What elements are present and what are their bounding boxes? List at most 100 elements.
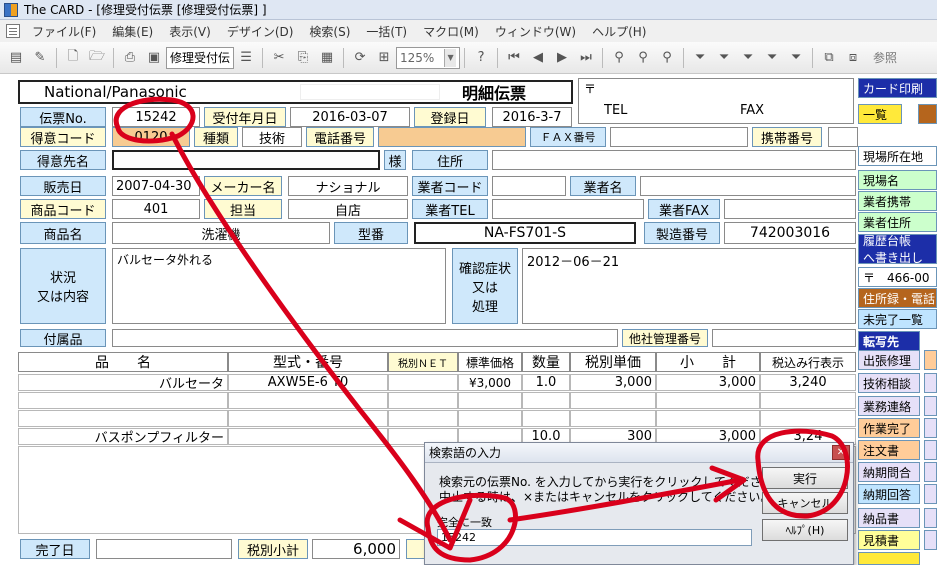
form-select[interactable]: 修理受付伝 [166, 46, 235, 69]
grid-cell[interactable]: 3,000 [570, 374, 656, 391]
postal-code-field[interactable]: 〒 466-00 [858, 267, 937, 287]
address-book-button[interactable]: 住所録・電話 [858, 288, 937, 308]
search-next-icon[interactable]: ⚲ [633, 48, 653, 68]
grid-cell[interactable] [656, 392, 760, 409]
paste-icon[interactable]: ▦ [317, 48, 337, 68]
mobile-field[interactable] [828, 127, 858, 147]
slip-no-field[interactable]: 15242 [112, 107, 200, 127]
grid-cell[interactable] [760, 392, 856, 409]
menu-search[interactable]: 検索(S) [301, 23, 358, 40]
grid-cell[interactable] [388, 410, 458, 427]
customer-name-field[interactable] [112, 150, 380, 170]
grid-cell[interactable] [228, 410, 388, 427]
close-icon[interactable]: ✕ [832, 445, 850, 460]
filter-edit-icon[interactable]: ⏷ [738, 48, 758, 68]
form-view-icon[interactable]: ▤ [6, 48, 26, 68]
vendor-fax-field[interactable] [724, 199, 856, 219]
grid-cell[interactable] [522, 392, 570, 409]
registered-date-field[interactable]: 2016-3-7 [492, 107, 572, 127]
product-code-field[interactable]: 401 [112, 199, 200, 219]
form-list-icon[interactable]: ☰ [236, 48, 256, 68]
serial-field[interactable]: 742003016 [724, 222, 856, 244]
search-replace-icon[interactable]: ⚲ [657, 48, 677, 68]
window-tile-icon[interactable]: ⧉ [819, 48, 839, 68]
other-mgmt-field[interactable] [712, 329, 856, 347]
edge-button[interactable] [924, 508, 937, 528]
grid-cell[interactable] [656, 410, 760, 427]
first-record-icon[interactable]: ⏮ [504, 48, 524, 68]
received-date-field[interactable]: 2016-03-07 [290, 107, 410, 127]
action-button-more[interactable] [858, 552, 920, 565]
refresh-icon[interactable]: ⟳ [350, 48, 370, 68]
grid-cell[interactable]: バスポンプフィルター [18, 428, 228, 445]
grid-cell[interactable] [458, 392, 522, 409]
vendor-tel-field[interactable] [492, 199, 644, 219]
grid-cell[interactable]: AXW5E-6 T0 [228, 374, 388, 391]
grid-cell[interactable] [388, 392, 458, 409]
customer-code-field[interactable]: 0120 [112, 127, 190, 147]
menu-design[interactable]: デザイン(D) [219, 23, 302, 40]
vendor-code-field[interactable] [492, 176, 566, 196]
action-button-tech-consult[interactable]: 技術相談 [858, 373, 920, 393]
prev-record-icon[interactable]: ◀ [528, 48, 548, 68]
card-print-button[interactable]: カード印刷 [858, 78, 937, 98]
model-field[interactable]: NA-FS701-S [414, 222, 636, 244]
action-button-delivery-answer[interactable]: 納期回答 [858, 484, 920, 504]
execute-button[interactable]: 実行 [762, 467, 848, 489]
grid-cell[interactable] [570, 392, 656, 409]
zoom-select[interactable]: 125% ▼ [396, 46, 461, 69]
action-button-work-complete[interactable]: 作業完了 [858, 418, 920, 438]
grid-icon[interactable]: ⊞ [374, 48, 394, 68]
done-date-field[interactable] [96, 539, 232, 559]
action-button-delivery-note[interactable]: 納品書 [858, 508, 920, 528]
product-name-field[interactable]: 洗濯機 [112, 222, 330, 244]
new-file-icon[interactable]: 🗋 [63, 48, 83, 68]
grid-cell[interactable]: ¥3,000 [458, 374, 522, 391]
grid-cell[interactable] [228, 392, 388, 409]
filter-clear-icon[interactable]: ⏷ [786, 48, 806, 68]
edge-button[interactable] [924, 418, 937, 438]
window-cascade-icon[interactable]: ⧈ [843, 48, 863, 68]
action-button-delivery-inquiry[interactable]: 納期問合 [858, 462, 920, 482]
grid-cell[interactable] [760, 410, 856, 427]
menu-file[interactable]: ファイル(F) [24, 23, 104, 40]
grid-cell[interactable] [228, 428, 388, 445]
address-field[interactable] [492, 150, 856, 170]
last-record-icon[interactable]: ⏭ [576, 48, 596, 68]
grid-cell[interactable]: バルセータ [18, 374, 228, 391]
reference-button[interactable]: 参照 [873, 49, 897, 66]
return-button[interactable] [918, 104, 937, 124]
menu-window[interactable]: ウィンドウ(W) [487, 23, 584, 40]
copy-icon[interactable]: ⎘ [293, 48, 313, 68]
edit-icon[interactable]: ✎ [30, 48, 50, 68]
grid-cell[interactable] [18, 392, 228, 409]
grid-cell[interactable] [18, 410, 228, 427]
grid-cell[interactable]: 1.0 [522, 374, 570, 391]
status-textarea[interactable]: バルセータ外れる [112, 248, 446, 324]
menu-help[interactable]: ヘルプ(H) [584, 23, 654, 40]
menu-macro[interactable]: マクロ(M) [415, 23, 487, 40]
incomplete-list-button[interactable]: 未完了一覧 [858, 309, 937, 329]
edge-button[interactable] [924, 484, 937, 504]
phone-field[interactable] [378, 127, 526, 147]
filter-icon[interactable]: ⏷ [690, 48, 710, 68]
grid-cell[interactable]: 3,240 [760, 374, 856, 391]
fax-no-field[interactable] [610, 127, 748, 147]
action-button-order[interactable]: 注文書 [858, 440, 920, 460]
edge-button[interactable] [924, 350, 937, 370]
edge-button[interactable] [924, 396, 937, 416]
grid-cell[interactable] [388, 374, 458, 391]
print-icon[interactable]: ⎙ [120, 48, 140, 68]
filter-apply-icon[interactable]: ⏷ [762, 48, 782, 68]
staff-field[interactable]: 自店 [288, 199, 408, 219]
chevron-down-icon[interactable]: ▼ [444, 48, 457, 67]
history-export-button[interactable]: 履歴台帳 へ書き出し [858, 234, 937, 264]
edge-button[interactable] [924, 373, 937, 393]
list-button[interactable]: 一覧 [858, 104, 902, 124]
menu-view[interactable]: 表示(V) [161, 23, 219, 40]
search-binoculars-icon[interactable]: ⚲ [609, 48, 629, 68]
help-button[interactable]: ﾍﾙﾌﾟ(H) [762, 519, 848, 541]
grid-cell[interactable]: 3,000 [656, 374, 760, 391]
action-button-business-contact[interactable]: 業務連絡 [858, 396, 920, 416]
menu-batch[interactable]: 一括(T) [358, 23, 415, 40]
